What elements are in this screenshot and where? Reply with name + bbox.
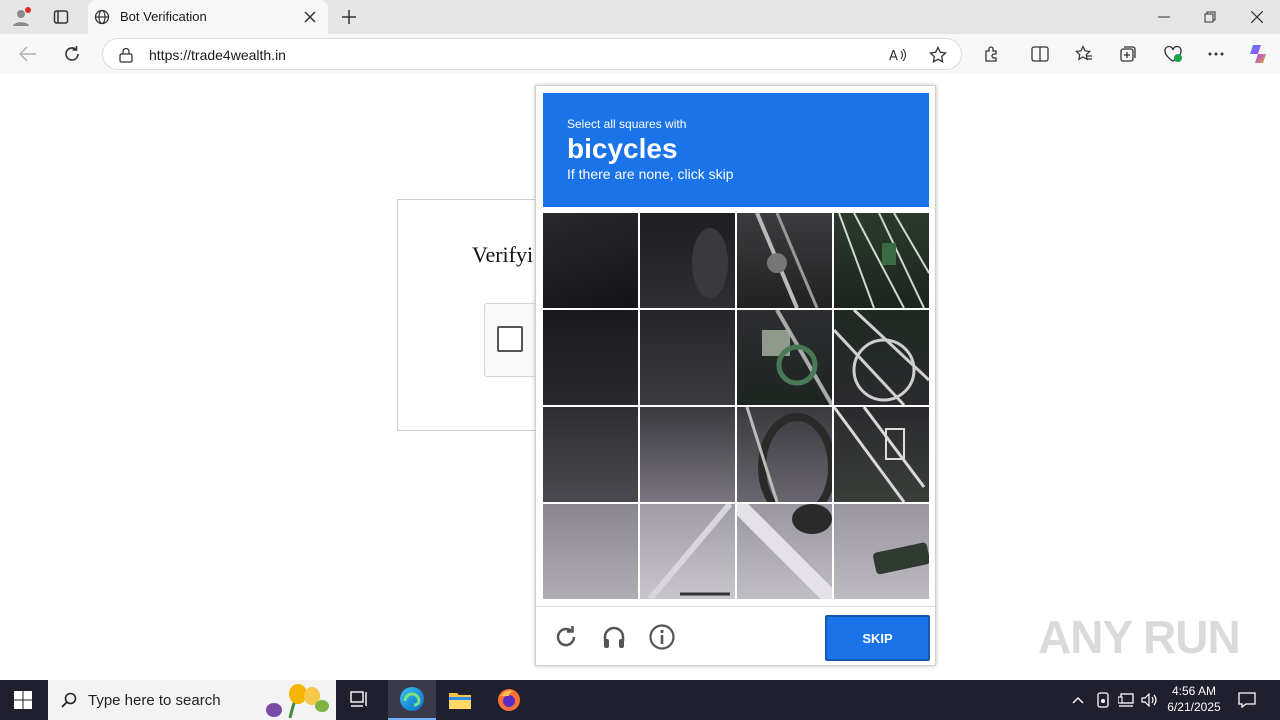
tab-title: Bot Verification — [120, 9, 207, 24]
system-clock[interactable]: 4:56 AM 6/21/2025 — [1160, 683, 1228, 715]
split-screen-icon[interactable] — [1028, 42, 1052, 66]
captcha-tile[interactable] — [834, 504, 929, 599]
extensions-icon[interactable] — [980, 42, 1004, 66]
site-info-icon[interactable] — [117, 46, 135, 64]
captcha-tile[interactable] — [834, 407, 929, 502]
search-placeholder: Type here to search — [88, 692, 221, 709]
tab-bar: Bot Verification — [0, 0, 1280, 34]
captcha-target: bicycles — [567, 133, 678, 164]
more-options-icon[interactable] — [1204, 42, 1228, 66]
address-bar[interactable]: https://trade4wealth.in A — [102, 38, 962, 70]
skip-button[interactable]: SKIP — [825, 615, 930, 661]
captcha-tile[interactable] — [640, 504, 735, 599]
clock-date: 6/21/2025 — [1167, 700, 1221, 714]
collections-icon[interactable] — [1116, 42, 1140, 66]
minimize-icon[interactable] — [1152, 8, 1176, 26]
captcha-tile[interactable] — [737, 310, 832, 405]
search-icon — [60, 691, 78, 709]
captcha-tile[interactable] — [640, 407, 735, 502]
taskbar: Type here to search 4:56 AM 6/21/2025 — [0, 680, 1280, 720]
captcha-header: Select all squares with bicycles If ther… — [543, 93, 929, 207]
browser-toolbar: https://trade4wealth.in A — [0, 34, 1280, 74]
volume-icon[interactable] — [1140, 691, 1160, 709]
captcha-tile[interactable] — [737, 407, 832, 502]
verification-title: Verifyi — [472, 242, 534, 267]
restore-icon[interactable] — [1198, 8, 1222, 26]
tab-bot-verification[interactable]: Bot Verification — [88, 0, 328, 34]
reload-icon[interactable] — [552, 623, 580, 651]
browser-essentials-icon[interactable] — [1160, 42, 1186, 66]
captcha-tile[interactable] — [834, 310, 929, 405]
network-icon[interactable] — [1117, 691, 1135, 709]
svg-text:A: A — [889, 49, 898, 63]
captcha-footer: SKIP — [536, 606, 935, 666]
captcha-image-grid — [543, 213, 929, 599]
profile-icon[interactable] — [10, 6, 32, 28]
anyrun-watermark: ANY RUN — [1038, 611, 1241, 663]
taskbar-search[interactable]: Type here to search — [48, 680, 336, 720]
device-icon[interactable] — [1094, 691, 1112, 709]
close-window-icon[interactable] — [1245, 8, 1269, 26]
captcha-tile[interactable] — [543, 213, 638, 308]
task-view-icon[interactable] — [348, 689, 372, 711]
captcha-tile[interactable] — [543, 504, 638, 599]
start-windows-icon[interactable] — [12, 690, 34, 710]
refresh-icon[interactable] — [60, 42, 84, 66]
captcha-tile[interactable] — [737, 213, 832, 308]
captcha-tile[interactable] — [834, 213, 929, 308]
captcha-hint: If there are none, click skip — [567, 166, 734, 182]
firefox-icon[interactable] — [495, 687, 523, 713]
captcha-tile[interactable] — [737, 504, 832, 599]
favorite-star-icon[interactable] — [927, 45, 949, 65]
captcha-tile[interactable] — [543, 310, 638, 405]
file-explorer-icon[interactable] — [446, 688, 474, 712]
edge-taskbar-icon[interactable] — [388, 680, 436, 720]
captcha-tile[interactable] — [543, 407, 638, 502]
new-tab-icon[interactable] — [338, 6, 360, 28]
notifications-icon[interactable] — [1236, 690, 1258, 710]
info-icon[interactable] — [648, 623, 676, 651]
captcha-instruction: Select all squares with — [567, 117, 687, 131]
tab-actions-icon[interactable] — [50, 6, 72, 28]
captcha-tile[interactable] — [640, 310, 735, 405]
read-aloud-icon[interactable]: A — [887, 45, 909, 65]
captcha-challenge: Select all squares with bicycles If ther… — [535, 85, 936, 666]
close-tab-icon[interactable] — [302, 9, 318, 25]
favorites-icon[interactable] — [1072, 42, 1096, 66]
copilot-icon[interactable] — [1245, 41, 1271, 67]
captcha-tile[interactable] — [640, 213, 735, 308]
back-icon[interactable] — [16, 42, 40, 66]
url-text[interactable]: https://trade4wealth.in — [149, 47, 286, 63]
audio-challenge-icon[interactable] — [600, 623, 628, 651]
recaptcha-checkbox[interactable] — [497, 326, 523, 352]
search-highlight-flowers-icon — [260, 682, 332, 718]
clock-time: 4:56 AM — [1171, 684, 1217, 698]
globe-icon — [94, 9, 110, 25]
show-hidden-icons-icon[interactable] — [1070, 692, 1086, 708]
